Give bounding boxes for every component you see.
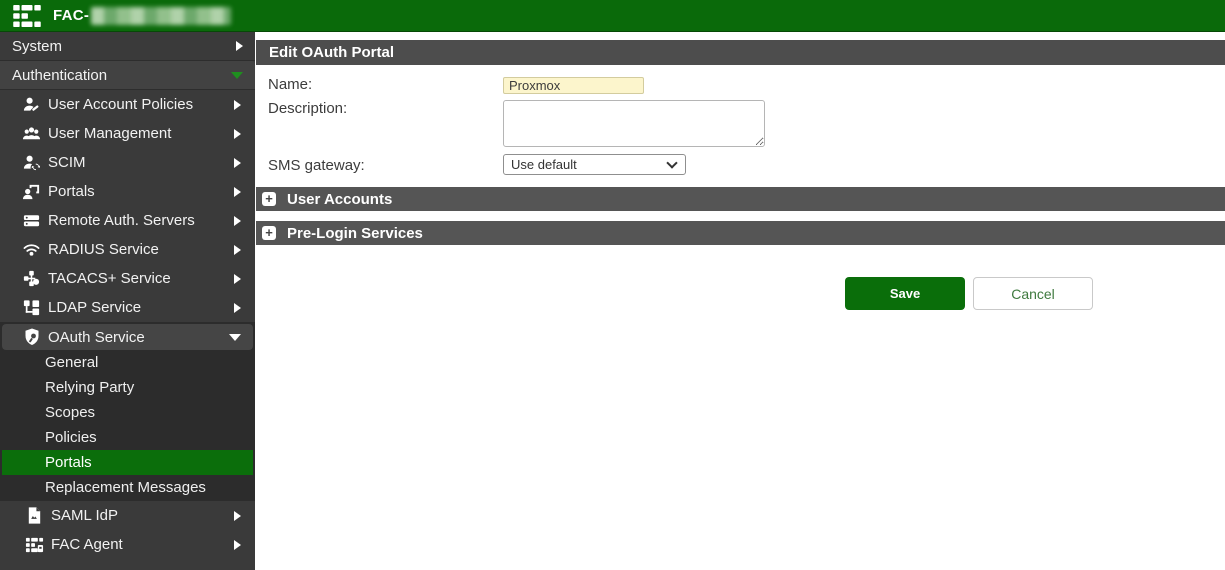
chevron-right-icon [236,41,243,51]
sidebar-subitem-general[interactable]: General [2,350,253,375]
name-label: Name: [268,76,312,93]
chevron-down-icon [229,334,241,341]
sidebar-item-label: User Management [48,125,234,142]
network-nodes-icon [22,269,41,288]
sidebar-item-fac-agent[interactable]: FAC Agent [0,530,255,559]
blurred-hostname [91,7,231,25]
section-label: User Accounts [287,191,392,208]
sidebar-item-label: Authentication [12,67,231,84]
sidebar-item-label: Portals [48,183,234,200]
chevron-right-icon [234,216,241,226]
sidebar-item-scim[interactable]: SCIM [0,148,255,177]
sidebar-item-tacacs-service[interactable]: TACACS+ Service [0,264,255,293]
expand-plus-icon[interactable]: + [262,192,276,206]
sidebar-item-label: User Account Policies [48,96,234,113]
name-input[interactable] [503,77,644,94]
sidebar-item-system[interactable]: System [0,32,255,61]
expand-plus-icon[interactable]: + [262,226,276,240]
sidebar-item-user-management[interactable]: User Management [0,119,255,148]
sidebar-item-label: System [12,38,236,55]
brand-title: FAC- [53,7,89,24]
sidebar-nav: System Authentication User Account Polic… [0,32,255,570]
sidebar-item-saml-idp[interactable]: SAML IdP [0,501,255,530]
wifi-icon [22,240,41,259]
sidebar-item-portals[interactable]: Portals [0,177,255,206]
sidebar-subitem-policies[interactable]: Policies [2,425,253,450]
chevron-right-icon [234,129,241,139]
chevron-right-icon [234,274,241,284]
sidebar-item-oauth-service[interactable]: OAuth Service [2,324,253,350]
sidebar-subitem-replacement-messages[interactable]: Replacement Messages [2,475,253,500]
document-icon [25,506,44,525]
shield-key-icon [22,327,42,347]
sidebar-item-label: OAuth Service [48,329,229,346]
sidebar-subitem-scopes[interactable]: Scopes [2,400,253,425]
chevron-right-icon [234,511,241,521]
chevron-right-icon [234,158,241,168]
chevron-right-icon [234,540,241,550]
sidebar-item-authentication[interactable]: Authentication [0,61,255,90]
sidebar-item-label: SCIM [48,154,234,171]
chevron-right-icon [234,187,241,197]
chevron-down-icon [231,72,243,79]
sidebar-subitem-relying-party[interactable]: Relying Party [2,375,253,400]
sidebar-subitem-portals-selected[interactable]: Portals [2,450,253,475]
sms-gateway-select[interactable]: Use default [503,154,686,175]
cancel-button[interactable]: Cancel [973,277,1093,310]
sidebar-item-remote-auth-servers[interactable]: Remote Auth. Servers [0,206,255,235]
description-textarea[interactable] [503,100,765,147]
fortinet-logo-icon [13,5,41,27]
sidebar-item-label: Remote Auth. Servers [48,212,234,229]
section-label: Pre-Login Services [287,225,423,242]
sidebar-item-label: RADIUS Service [48,241,234,258]
chevron-right-icon [234,303,241,313]
sms-gateway-label: SMS gateway: [268,157,365,174]
page-title: Edit OAuth Portal [256,40,1225,65]
user-policy-icon [22,95,41,114]
sidebar-item-label: FAC Agent [51,536,234,553]
section-user-accounts[interactable]: + User Accounts [256,187,1225,211]
sidebar-item-label: SAML IdP [51,507,234,524]
section-pre-login-services[interactable]: + Pre-Login Services [256,221,1225,245]
chevron-right-icon [234,245,241,255]
top-bar: FAC- [0,0,1225,32]
sidebar-item-user-account-policies[interactable]: User Account Policies [0,90,255,119]
user-portal-icon [22,182,41,201]
oauth-service-group: OAuth Service General Relying Party Scop… [0,322,255,501]
hierarchy-icon [22,298,41,317]
users-group-icon [22,124,41,143]
servers-icon [22,211,41,230]
chevron-right-icon [234,100,241,110]
sms-gateway-select-wrap: Use default [503,154,686,175]
main-content: Edit OAuth Portal Name: Description: SMS… [255,32,1225,570]
fortiauthenticator-app: FAC- System Authentication User Account … [0,0,1225,570]
sidebar-item-ldap-service[interactable]: LDAP Service [0,293,255,322]
grid-agent-icon [25,535,44,554]
sidebar-item-radius-service[interactable]: RADIUS Service [0,235,255,264]
save-button[interactable]: Save [845,277,965,310]
sidebar-item-label: TACACS+ Service [48,270,234,287]
user-sync-icon [22,153,41,172]
description-label: Description: [268,100,347,117]
sidebar-item-label: LDAP Service [48,299,234,316]
